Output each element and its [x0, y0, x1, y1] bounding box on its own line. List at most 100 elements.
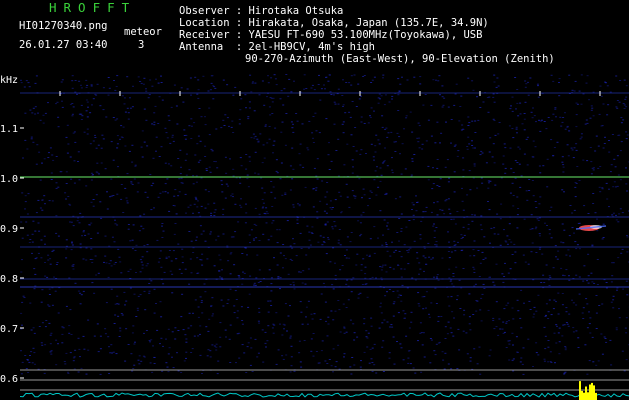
noise-pixel — [212, 98, 215, 100]
noise-pixel — [92, 205, 95, 207]
noise-pixel — [215, 161, 217, 163]
noise-pixel — [503, 331, 506, 333]
noise-pixel — [35, 163, 38, 165]
noise-pixel — [381, 266, 384, 268]
noise-pixel — [87, 233, 90, 235]
noise-pixel — [177, 195, 180, 197]
noise-pixel — [199, 225, 202, 227]
noise-pixel — [124, 360, 127, 362]
noise-pixel — [563, 191, 565, 193]
noise-pixel — [229, 273, 232, 275]
noise-pixel — [532, 140, 535, 142]
noise-pixel — [168, 256, 171, 258]
noise-pixel — [116, 143, 119, 145]
noise-pixel — [567, 249, 570, 251]
noise-pixel — [390, 324, 393, 326]
noise-pixel — [150, 185, 153, 187]
noise-pixel — [135, 272, 137, 273]
noise-pixel — [373, 226, 376, 228]
noise-pixel — [174, 223, 177, 224]
noise-pixel — [157, 261, 160, 263]
noise-pixel — [532, 156, 535, 158]
noise-pixel — [318, 132, 321, 134]
noise-pixel — [581, 312, 584, 314]
noise-pixel — [549, 351, 552, 353]
noise-pixel — [270, 290, 273, 292]
noise-pixel — [618, 213, 621, 215]
noise-pixel — [345, 257, 348, 259]
noise-pixel — [355, 150, 358, 152]
noise-pixel — [302, 166, 305, 168]
noise-pixel — [571, 149, 574, 151]
noise-pixel — [512, 205, 515, 207]
noise-pixel — [210, 212, 213, 214]
noise-pixel — [606, 85, 609, 87]
noise-pixel — [31, 241, 34, 243]
noise-pixel — [70, 334, 73, 335]
noise-pixel — [78, 80, 81, 82]
noise-pixel — [134, 164, 137, 166]
noise-pixel — [401, 76, 403, 78]
noise-pixel — [315, 351, 318, 352]
noise-pixel — [396, 232, 399, 233]
noise-pixel — [383, 319, 386, 321]
noise-pixel — [413, 76, 416, 78]
noise-pixel — [447, 296, 450, 298]
noise-pixel — [497, 85, 500, 87]
noise-pixel — [605, 182, 608, 184]
noise-pixel — [468, 143, 471, 145]
noise-pixel — [493, 81, 496, 83]
noise-pixel — [397, 312, 400, 314]
noise-pixel — [479, 373, 482, 375]
noise-pixel — [138, 230, 141, 232]
noise-pixel — [610, 364, 613, 366]
noise-pixel — [127, 112, 130, 114]
noise-pixel — [87, 106, 89, 108]
noise-pixel — [491, 156, 494, 158]
noise-pixel — [334, 225, 337, 227]
noise-pixel — [546, 225, 548, 226]
noise-pixel — [380, 312, 383, 314]
noise-pixel — [560, 241, 563, 243]
noise-pixel — [219, 259, 222, 261]
noise-pixel — [433, 350, 436, 352]
noise-pixel — [293, 288, 296, 290]
noise-pixel — [326, 363, 329, 364]
noise-pixel — [452, 275, 455, 277]
noise-pixel — [366, 254, 368, 256]
y-tick-label: 0.9 — [0, 224, 19, 235]
noise-pixel — [125, 300, 128, 302]
noise-pixel — [597, 145, 600, 147]
noise-pixel — [160, 82, 163, 83]
noise-pixel — [280, 90, 283, 92]
noise-pixel — [184, 138, 187, 140]
noise-pixel — [606, 114, 609, 116]
noise-pixel — [108, 373, 111, 374]
noise-pixel — [411, 160, 414, 162]
noise-pixel — [391, 157, 393, 159]
noise-pixel — [618, 308, 620, 310]
noise-pixel — [143, 245, 146, 247]
noise-pixel — [104, 328, 107, 330]
noise-pixel — [327, 238, 330, 240]
noise-pixel — [107, 77, 110, 78]
noise-pixel — [238, 118, 241, 120]
noise-pixel — [120, 313, 123, 314]
noise-pixel — [66, 152, 69, 154]
noise-pixel — [164, 127, 167, 129]
noise-pixel — [394, 198, 397, 200]
noise-pixel — [57, 235, 60, 237]
noise-pixel — [473, 165, 476, 167]
burst-bar — [593, 385, 595, 400]
noise-pixel — [287, 95, 290, 97]
noise-pixel — [274, 78, 277, 80]
noise-pixel — [478, 276, 481, 277]
noise-pixel — [601, 125, 604, 127]
noise-pixel — [573, 209, 576, 211]
noise-pixel — [30, 136, 33, 138]
y-axis-unit: kHz — [0, 75, 19, 86]
noise-pixel — [77, 151, 80, 153]
noise-pixel — [57, 116, 60, 118]
noise-pixel — [512, 344, 514, 346]
noise-pixel — [454, 223, 457, 225]
